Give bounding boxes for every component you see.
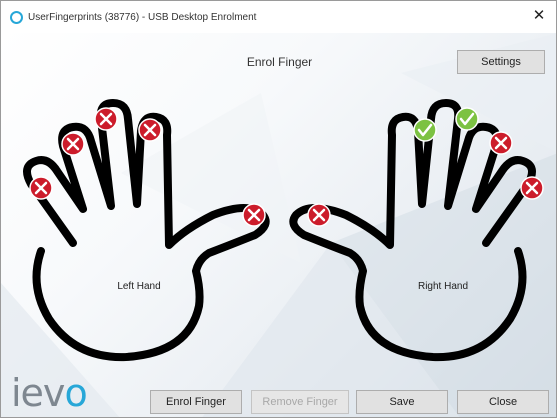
- left-middle-marker[interactable]: [94, 107, 118, 131]
- left-index-marker[interactable]: [138, 118, 162, 142]
- save-button[interactable]: Save: [356, 390, 448, 414]
- left-pinky-marker[interactable]: [29, 176, 53, 200]
- enrol-finger-button[interactable]: Enrol Finger: [150, 390, 242, 414]
- right-index-marker[interactable]: [413, 118, 437, 142]
- remove-finger-button[interactable]: Remove Finger: [251, 390, 349, 414]
- logo-accent: o: [64, 371, 87, 415]
- right-thumb-marker[interactable]: [307, 203, 331, 227]
- right-ring-marker[interactable]: [489, 131, 513, 155]
- logo-text: iev: [11, 371, 65, 415]
- left-ring-marker[interactable]: [61, 132, 85, 156]
- close-button[interactable]: Close: [457, 390, 549, 414]
- right-pinky-marker[interactable]: [520, 176, 544, 200]
- enrolment-window: UserFingerprints (38776) - USB Desktop E…: [0, 0, 557, 418]
- left-thumb-marker[interactable]: [242, 203, 266, 227]
- right-middle-marker[interactable]: [455, 107, 479, 131]
- right-hand-label: Right Hand: [417, 281, 469, 292]
- ievo-logo: ievo: [11, 371, 88, 415]
- left-hand-label: Left Hand: [117, 281, 161, 292]
- hands-diagram: [23, 99, 544, 362]
